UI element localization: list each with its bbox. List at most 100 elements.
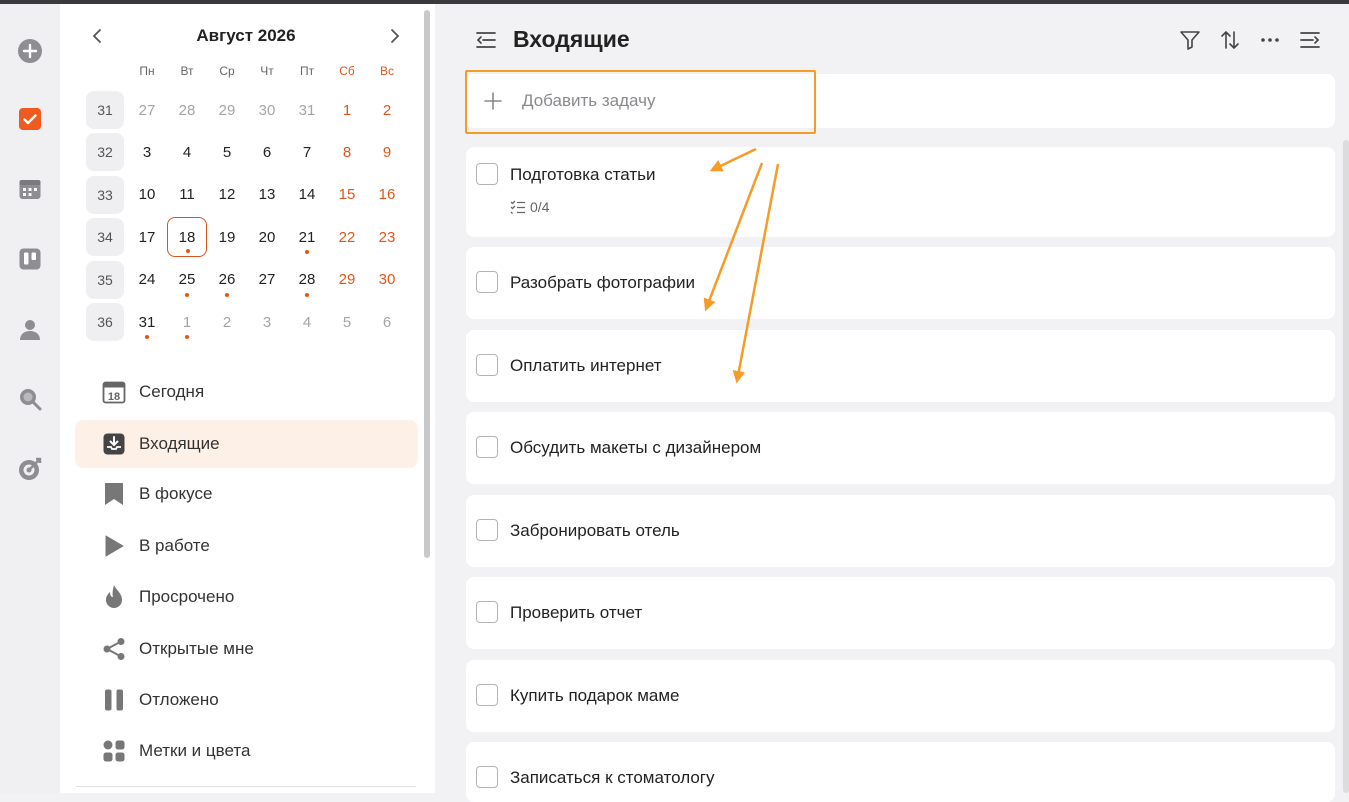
task-checkbox[interactable] (476, 436, 498, 458)
event-dot (305, 250, 309, 255)
nav-item-inbox[interactable]: Входящие (75, 420, 418, 468)
calendar-day-number: 31 (298, 101, 316, 119)
nav-item-today[interactable]: 18 Сегодня (75, 368, 418, 416)
details-panel-button[interactable] (1296, 26, 1324, 54)
next-month-button[interactable] (382, 23, 408, 49)
calendar-day[interactable]: 13 (247, 175, 287, 215)
nav-item-postponed[interactable]: Отложено (75, 676, 418, 724)
nav-item-focus[interactable]: В фокусе (75, 470, 418, 518)
sort-button[interactable] (1216, 26, 1244, 54)
calendar-day[interactable]: 26 (207, 260, 247, 300)
calendar-day[interactable]: 1 (167, 302, 207, 342)
task-checkbox[interactable] (476, 163, 498, 185)
calendar-day[interactable]: 5 (327, 302, 367, 342)
calendar-day[interactable]: 16 (367, 175, 407, 215)
calendar-day[interactable]: 2 (207, 302, 247, 342)
calendar-day[interactable]: 12 (207, 175, 247, 215)
calendar-day[interactable]: 29 (207, 90, 247, 130)
task-title: Оплатить интернет (510, 356, 662, 375)
calendar-day[interactable]: 9 (367, 132, 407, 172)
toggle-sidebar-button[interactable] (472, 26, 500, 54)
calendar-day[interactable]: 22 (327, 217, 367, 257)
calendar-day[interactable]: 14 (287, 175, 327, 215)
nav-item-shared[interactable]: Открытые мне (75, 625, 418, 673)
calendar-day[interactable]: 30 (247, 90, 287, 130)
weekday-label: Вт (180, 64, 194, 78)
calendar-day[interactable]: 6 (247, 132, 287, 172)
calendar-day[interactable]: 31 (127, 302, 167, 342)
calendar-day[interactable]: 30 (367, 260, 407, 300)
task-checkbox[interactable] (476, 601, 498, 623)
inbox-icon (101, 431, 127, 457)
calendar-day[interactable]: 19 (207, 217, 247, 257)
calendar-day-number: 20 (258, 228, 276, 246)
calendar-day-number: 6 (382, 313, 392, 331)
task-card[interactable]: Разобрать фотографии (466, 247, 1335, 319)
nav-item-in-progress[interactable]: В работе (75, 522, 418, 570)
weekday-label: Вс (379, 64, 394, 78)
add-icon[interactable] (15, 36, 45, 66)
calendar-day[interactable]: 2 (367, 90, 407, 130)
calendar-day[interactable]: 15 (327, 175, 367, 215)
main-scrollbar[interactable] (1343, 140, 1349, 793)
page-title: Входящие (513, 26, 630, 52)
calendar-day[interactable]: 11 (167, 175, 207, 215)
sidebar-scrollbar[interactable] (424, 10, 430, 558)
calendar-day[interactable]: 8 (327, 132, 367, 172)
nav-item-overdue[interactable]: Просрочено (75, 573, 418, 621)
week-number: 36 (86, 303, 124, 341)
calendar-day[interactable]: 17 (127, 217, 167, 257)
calendar-day-number: 17 (138, 228, 156, 246)
calendar-day[interactable]: 20 (247, 217, 287, 257)
task-checkbox[interactable] (476, 354, 498, 376)
calendar-day[interactable]: 28 (167, 90, 207, 130)
calendar-day[interactable]: 29 (327, 260, 367, 300)
calendar-day[interactable]: 27 (247, 260, 287, 300)
task-card[interactable]: Забронировать отель (466, 495, 1335, 567)
calendar-day[interactable]: 10 (127, 175, 167, 215)
calendar-day[interactable]: 1 (327, 90, 367, 130)
nav-item-tags[interactable]: Метки и цвета (75, 727, 418, 775)
share-icon (101, 636, 127, 662)
calendar-day[interactable]: 28 (287, 260, 327, 300)
calendar-icon[interactable] (15, 174, 45, 204)
calendar-day[interactable]: 27 (127, 90, 167, 130)
calendar-day-number: 26 (218, 271, 236, 289)
calendar-day[interactable]: 4 (287, 302, 327, 342)
event-dot (145, 335, 149, 339)
calendar-day-number: 15 (338, 186, 356, 204)
calendar-day[interactable]: 3 (247, 302, 287, 342)
task-checkbox[interactable] (476, 519, 498, 541)
calendar-day[interactable]: 25 (167, 260, 207, 300)
task-card[interactable]: Оплатить интернет (466, 330, 1335, 402)
calendar-day[interactable]: 7 (287, 132, 327, 172)
task-card[interactable]: Проверить отчет (466, 577, 1335, 649)
calendar-day-today[interactable]: 18 (167, 217, 207, 258)
calendar-day[interactable]: 31 (287, 90, 327, 130)
task-card[interactable]: Подготовка статьи 0/4 (466, 147, 1335, 237)
person-icon[interactable] (15, 314, 45, 344)
calendar-day-number: 16 (378, 186, 396, 204)
search-icon[interactable] (15, 384, 45, 414)
calendar-day[interactable]: 6 (367, 302, 407, 342)
task-checkbox[interactable] (476, 684, 498, 706)
filter-button[interactable] (1176, 26, 1204, 54)
board-icon[interactable] (15, 244, 45, 274)
calendar-day[interactable]: 21 (287, 217, 327, 257)
calendar-day-number: 24 (138, 271, 156, 289)
calendar-day[interactable]: 23 (367, 217, 407, 257)
task-card[interactable]: Обсудить макеты с дизайнером (466, 412, 1335, 484)
play-icon (101, 533, 127, 559)
tasks-icon[interactable] (15, 104, 45, 134)
task-checkbox[interactable] (476, 271, 498, 293)
calendar-day[interactable]: 3 (127, 132, 167, 172)
calendar-day[interactable]: 4 (167, 132, 207, 172)
calendar-day[interactable]: 5 (207, 132, 247, 172)
task-card[interactable]: Купить подарок маме (466, 660, 1335, 732)
calendar-day[interactable]: 24 (127, 260, 167, 300)
task-checkbox[interactable] (476, 766, 498, 788)
target-icon[interactable] (15, 454, 45, 484)
calendar-day-number: 3 (142, 143, 152, 161)
task-card[interactable]: Записаться к стоматологу (466, 742, 1335, 802)
more-button[interactable] (1256, 26, 1284, 54)
